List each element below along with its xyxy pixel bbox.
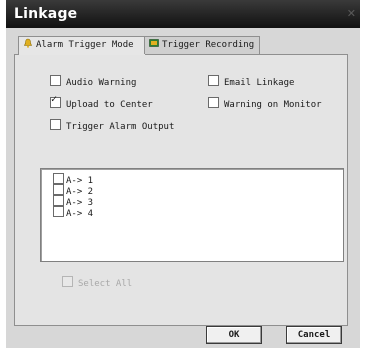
tab-label: Trigger Recording [162, 40, 255, 50]
warning-on-monitor-option[interactable]: Warning on Monitor [208, 97, 322, 110]
email-linkage-label: Email Linkage [224, 78, 295, 88]
list-item[interactable]: A-> 4 [53, 206, 94, 219]
output-label: A-> 4 [66, 209, 94, 219]
list-item[interactable]: A-> 1 [53, 173, 93, 186]
upload-to-center-checkbox[interactable]: ✓ [50, 94, 61, 108]
list-item[interactable]: A-> 2 [53, 184, 93, 197]
output-checkbox[interactable] [53, 184, 64, 195]
select-all-label: Select All [78, 279, 133, 289]
select-all-checkbox [62, 276, 73, 287]
trigger-alarm-output-checkbox[interactable] [50, 119, 61, 130]
tab-trigger-recording[interactable]: Trigger Recording [144, 36, 260, 54]
output-checkbox[interactable] [53, 195, 64, 206]
output-checkbox[interactable] [53, 206, 64, 217]
trigger-alarm-output-option[interactable]: Trigger Alarm Output [50, 119, 175, 132]
alarm-bell-icon [24, 38, 32, 48]
list-item[interactable]: A-> 3 [53, 195, 93, 208]
warning-on-monitor-label: Warning on Monitor [224, 100, 322, 110]
alarm-output-list[interactable]: A-> 1 A-> 2 A-> 3 A-> 4 [40, 168, 344, 262]
select-all-option: Select All [62, 276, 132, 289]
upload-to-center-label: Upload to Center [66, 100, 153, 110]
window-title: Linkage [14, 6, 78, 22]
ok-button[interactable]: OK [206, 326, 262, 344]
cancel-button[interactable]: Cancel [286, 326, 342, 344]
warning-on-monitor-checkbox[interactable] [208, 97, 219, 108]
trigger-alarm-output-label: Trigger Alarm Output [66, 122, 175, 132]
close-icon[interactable]: ✕ [347, 7, 356, 20]
email-linkage-option[interactable]: Email Linkage [208, 75, 295, 88]
tab-alarm-trigger-mode[interactable]: Alarm Trigger Mode [18, 36, 146, 55]
audio-warning-option[interactable]: Audio Warning [50, 75, 137, 88]
title-bar[interactable]: Linkage ✕ [6, 0, 360, 28]
tab-label: Alarm Trigger Mode [36, 40, 134, 50]
audio-warning-label: Audio Warning [66, 78, 137, 88]
audio-warning-checkbox[interactable] [50, 75, 61, 86]
output-checkbox[interactable] [53, 173, 64, 184]
upload-to-center-option[interactable]: ✓ Upload to Center [50, 94, 153, 110]
record-film-icon [149, 39, 159, 47]
check-mark-icon: ✓ [51, 94, 58, 105]
email-linkage-checkbox[interactable] [208, 75, 219, 86]
